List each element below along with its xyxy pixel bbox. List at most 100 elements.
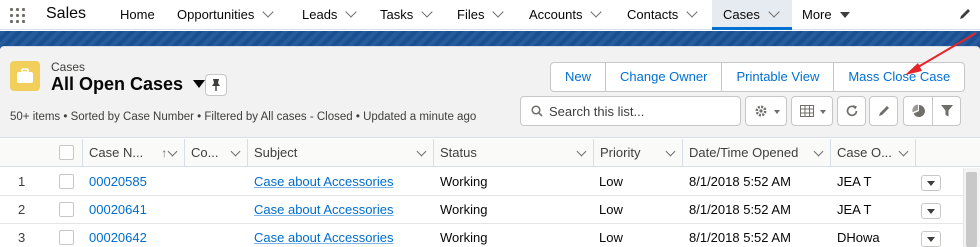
- date-opened-cell: 8/1/2018 5:52 AM: [689, 174, 791, 189]
- filter-icon[interactable]: [940, 104, 954, 118]
- column-header-case-number[interactable]: Case N... ↑: [82, 139, 184, 167]
- list-view-meta: 50+ items • Sorted by Case Number • Filt…: [10, 111, 477, 123]
- nav-item-contacts[interactable]: Contacts: [618, 0, 712, 30]
- nav-item-label: Opportunities: [177, 7, 255, 22]
- table-row: 1 00020585 Case about Accessories Workin…: [0, 168, 980, 196]
- column-header-date-opened[interactable]: Date/Time Opened: [682, 139, 830, 167]
- row-action-menu[interactable]: [921, 175, 941, 191]
- priority-cell: Low: [599, 230, 623, 245]
- row-checkbox[interactable]: [59, 230, 74, 245]
- chevron-down-icon[interactable]: [665, 146, 676, 157]
- case-number-link[interactable]: 00020641: [89, 196, 147, 224]
- chevron-down-icon[interactable]: [262, 6, 274, 18]
- status-cell: Working: [440, 174, 488, 189]
- chevron-down-icon[interactable]: [421, 6, 433, 18]
- chevron-down-icon[interactable]: [768, 6, 780, 18]
- nav-item-label: Leads: [302, 7, 338, 22]
- chevron-down-icon[interactable]: [898, 146, 909, 157]
- inline-edit-button[interactable]: [869, 96, 898, 126]
- priority-cell: Low: [599, 174, 623, 189]
- subject-link[interactable]: Case about Accessories: [254, 224, 393, 247]
- nav-item-tasks[interactable]: Tasks: [372, 0, 448, 30]
- nav-item-leads[interactable]: Leads: [294, 0, 372, 30]
- search-input[interactable]: [549, 102, 735, 120]
- sort-ascending-icon: ↑: [161, 146, 168, 160]
- priority-cell: Low: [599, 202, 623, 217]
- refresh-button[interactable]: [837, 96, 866, 126]
- column-header-label: Date/Time Opened: [689, 145, 799, 160]
- nav-item-home[interactable]: Home: [111, 0, 169, 30]
- chevron-down-icon[interactable]: [416, 146, 427, 157]
- search-box[interactable]: [520, 96, 741, 126]
- table-row: 3 00020642 Case about Accessories Workin…: [0, 224, 980, 247]
- global-nav: Sales Home Opportunities Leads Tasks Fil…: [0, 0, 980, 30]
- column-header-subject[interactable]: Subject: [247, 139, 433, 167]
- case-owner-cell: JEA T: [837, 174, 872, 189]
- subject-link[interactable]: Case about Accessories: [254, 196, 393, 224]
- pin-icon: [212, 79, 220, 91]
- list-settings-button[interactable]: [745, 96, 787, 126]
- search-icon: [531, 105, 543, 117]
- list-view-title[interactable]: All Open Cases: [51, 74, 206, 95]
- nav-item-cases[interactable]: Cases: [712, 0, 792, 30]
- date-opened-cell: 8/1/2018 5:52 AM: [689, 202, 791, 217]
- nav-item-label: Cases: [723, 7, 760, 22]
- chevron-down-icon[interactable]: [686, 6, 698, 18]
- status-cell: Working: [440, 230, 488, 245]
- caret-down-icon: [774, 110, 780, 114]
- case-number-link[interactable]: 00020585: [89, 168, 147, 196]
- chevron-down-icon[interactable]: [167, 146, 178, 157]
- nav-item-opportunities[interactable]: Opportunities: [169, 0, 291, 30]
- row-number: 3: [18, 230, 26, 245]
- nav-item-label: Contacts: [627, 7, 679, 22]
- printable-view-button[interactable]: Printable View: [722, 63, 835, 91]
- pie-chart-icon[interactable]: [912, 104, 926, 118]
- row-checkbox[interactable]: [59, 202, 74, 217]
- column-header-status[interactable]: Status: [433, 139, 593, 167]
- chevron-down-icon[interactable]: [576, 146, 587, 157]
- charts-filters-group: [903, 96, 961, 126]
- caret-down-icon: [927, 209, 935, 214]
- nav-item-label: Files: [457, 7, 485, 22]
- chevron-down-icon[interactable]: [813, 146, 824, 157]
- date-opened-cell: 8/1/2018 5:52 AM: [689, 230, 791, 245]
- list-view-actions: New Change Owner Printable View Mass Clo…: [550, 62, 966, 92]
- nav-item-accounts[interactable]: Accounts: [521, 0, 618, 30]
- column-header-case-owner[interactable]: Case O...: [830, 139, 915, 167]
- chevron-down-icon[interactable]: [230, 146, 241, 157]
- caret-down-icon: [820, 110, 826, 114]
- refresh-icon: [846, 105, 858, 117]
- row-checkbox[interactable]: [59, 174, 74, 189]
- display-as-button[interactable]: [791, 96, 833, 126]
- caret-down-icon: [839, 12, 850, 18]
- nav-item-files[interactable]: Files: [449, 0, 521, 30]
- row-action-menu[interactable]: [921, 231, 941, 247]
- change-owner-button[interactable]: Change Owner: [606, 63, 723, 91]
- select-all-checkbox[interactable]: [59, 145, 74, 160]
- table-row: 2 00020641 Case about Accessories Workin…: [0, 196, 980, 224]
- row-number: 1: [18, 174, 26, 189]
- subject-link[interactable]: Case about Accessories: [254, 168, 393, 196]
- waffle-icon[interactable]: [10, 8, 25, 23]
- pin-button[interactable]: [205, 74, 227, 96]
- scrollbar-thumb[interactable]: [966, 172, 977, 247]
- list-view-title-text: All Open Cases: [51, 74, 184, 94]
- caret-down-icon[interactable]: [193, 80, 206, 88]
- column-header-label: Case O...: [837, 145, 892, 160]
- new-button[interactable]: New: [551, 63, 607, 91]
- nav-item-more[interactable]: More: [793, 0, 863, 30]
- row-action-menu[interactable]: [921, 203, 941, 219]
- chevron-down-icon[interactable]: [590, 6, 603, 18]
- chevron-down-icon[interactable]: [492, 6, 505, 18]
- case-number-link[interactable]: 00020642: [89, 224, 147, 247]
- briefcase-icon: [10, 61, 40, 91]
- column-header-contact[interactable]: Co...: [184, 139, 247, 167]
- table-icon: [800, 105, 814, 117]
- column-header-label: Subject: [254, 145, 298, 160]
- column-header-priority[interactable]: Priority: [593, 139, 682, 167]
- pencil-icon[interactable]: [958, 7, 972, 21]
- chevron-down-icon[interactable]: [345, 6, 358, 18]
- mass-close-case-button[interactable]: Mass Close Case: [834, 63, 964, 91]
- column-header-actions: [915, 139, 980, 167]
- case-owner-cell: DHowa: [837, 230, 880, 245]
